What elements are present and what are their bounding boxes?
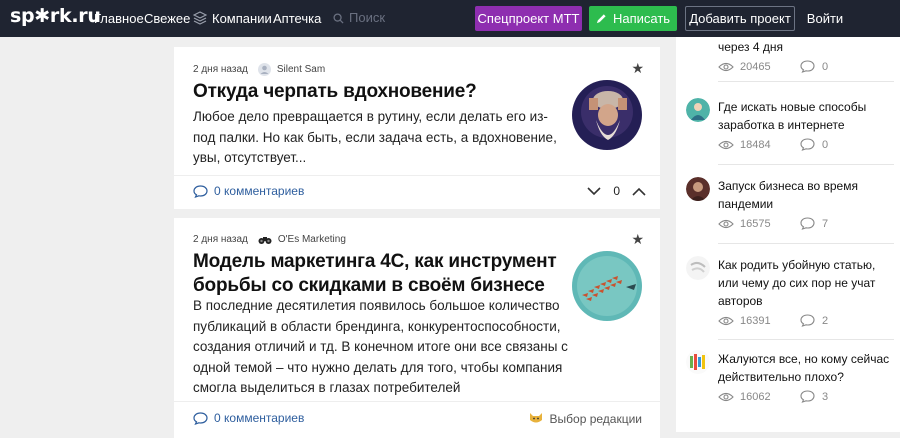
search-placeholder: Поиск	[349, 10, 386, 25]
post-card: 2 дня назад Silent Sam ★ Откуда черпать …	[174, 47, 660, 209]
editors-choice-label: Выбор редакции	[549, 412, 642, 426]
post-card: 2 дня назад O'Es Marketing ★ Модель марк…	[174, 218, 660, 438]
thumbnail-image	[572, 251, 642, 321]
sidebar-item-stats: 16575 7	[718, 217, 895, 230]
sidebar-divider	[718, 339, 894, 340]
sidebar-item-title[interactable]: Жалуются все, но кому сейчас действитель…	[718, 350, 895, 386]
write-button-label: Написать	[612, 11, 671, 26]
write-button[interactable]: Написать	[589, 6, 677, 31]
sidebar-item-title[interactable]: Как родить убойную статью, или чему до с…	[718, 256, 895, 310]
search-field[interactable]: Поиск	[333, 10, 385, 25]
sidebar-item[interactable]: Запуск бизнеса во время пандемии 16575 7	[686, 177, 895, 230]
login-button[interactable]: Войти	[800, 6, 850, 31]
comments-count: 0	[822, 138, 829, 151]
author-avatar-icon	[257, 63, 271, 76]
post-meta: 2 дня назад Silent Sam	[193, 63, 325, 76]
sidebar-item[interactable]: Как родить убойную статью, или чему до с…	[686, 256, 895, 327]
sidebar-item-stats: 18484 0	[718, 138, 895, 151]
views-count: 18484	[740, 138, 771, 151]
card-divider	[174, 401, 660, 402]
comment-icon	[800, 217, 815, 230]
author-name: O'Es Marketing	[277, 234, 346, 245]
post-excerpt: В последние десятилетия появилось большо…	[193, 298, 568, 395]
comments-count: 7	[822, 217, 829, 230]
sidebar-item[interactable]: через 4 дня 20465 0	[718, 38, 895, 73]
popular-sidebar: через 4 дня 20465 0 Где искать новые спо…	[676, 37, 900, 432]
views-count: 16391	[740, 314, 771, 327]
sidebar-item-stats: 20465 0	[718, 60, 895, 73]
post-author[interactable]: O'Es Marketing	[258, 234, 346, 245]
eye-icon	[718, 392, 734, 401]
nav-pharmacy[interactable]: Аптечка	[273, 11, 321, 26]
thumbnail-image	[572, 80, 642, 150]
comments-link[interactable]: 0 комментариев	[193, 184, 304, 198]
views-count: 16062	[740, 390, 771, 403]
sidebar-item[interactable]: Где искать новые способы заработка в инт…	[686, 98, 895, 151]
eye-icon	[718, 140, 734, 149]
sidebar-item-avatar	[686, 350, 710, 374]
post-excerpt: Любое дело превращается в рутину, если д…	[193, 109, 557, 165]
downvote-chevron-icon[interactable]	[587, 186, 601, 196]
nav-main[interactable]: Главное	[94, 11, 144, 26]
special-project-button[interactable]: Спецпроект МТТ	[475, 6, 582, 31]
sidebar-item-title[interactable]: Запуск бизнеса во время пандемии	[718, 177, 895, 213]
comment-icon	[193, 184, 208, 198]
comments-count: 2	[822, 314, 829, 327]
sidebar-item-title[interactable]: через 4 дня	[718, 38, 895, 56]
editors-choice-badge: Выбор редакции	[529, 411, 642, 427]
author-name: Silent Sam	[276, 64, 326, 75]
card-divider	[174, 175, 660, 176]
post-date: 2 дня назад	[193, 234, 248, 245]
views-count: 16575	[740, 217, 771, 230]
post-date: 2 дня назад	[193, 64, 248, 75]
binoculars-icon	[258, 236, 272, 244]
nav-fresh[interactable]: Свежее	[144, 11, 190, 26]
bookmark-star-icon[interactable]: ★	[631, 60, 644, 77]
bookmark-star-icon[interactable]: ★	[631, 231, 644, 248]
sidebar-item-avatar	[686, 256, 710, 280]
search-icon	[333, 13, 344, 24]
post-author[interactable]: Silent Sam	[257, 63, 326, 76]
sidebar-item[interactable]: Жалуются все, но кому сейчас действитель…	[686, 350, 895, 403]
sidebar-item-avatar	[686, 177, 710, 201]
views-count: 20465	[740, 60, 771, 73]
sidebar-item-stats: 16062 3	[718, 390, 895, 403]
comment-icon	[800, 138, 815, 151]
comments-count: 0 комментариев	[214, 184, 305, 198]
nav-companies[interactable]: Компании	[212, 11, 272, 26]
upvote-chevron-icon[interactable]	[632, 187, 646, 196]
eye-icon	[718, 219, 734, 228]
eye-icon	[718, 62, 734, 71]
add-project-button[interactable]: Добавить проект	[685, 6, 795, 31]
comment-icon	[800, 390, 815, 403]
sidebar-divider	[718, 81, 894, 82]
pencil-icon	[596, 14, 606, 24]
stack-icon	[193, 11, 207, 25]
eye-icon	[718, 316, 734, 325]
comments-link[interactable]: 0 комментариев	[193, 411, 304, 425]
post-thumbnail[interactable]	[572, 80, 642, 150]
sidebar-item-stats: 16391 2	[718, 314, 895, 327]
cat-face-icon	[529, 411, 543, 427]
top-navbar: sp✱rk.ru Главное Свежее Компании Аптечка…	[0, 0, 900, 37]
comments-count: 0	[822, 60, 829, 73]
post-thumbnail[interactable]	[572, 251, 642, 321]
vote-count: 0	[613, 184, 620, 198]
post-meta: 2 дня назад O'Es Marketing	[193, 234, 346, 245]
site-logo[interactable]: sp✱rk.ru	[10, 5, 101, 27]
comment-icon	[800, 314, 815, 327]
sidebar-item-title[interactable]: Где искать новые способы заработка в инт…	[718, 98, 895, 134]
comment-icon	[800, 60, 815, 73]
sidebar-item-avatar	[686, 98, 710, 122]
comments-count: 3	[822, 390, 829, 403]
post-title[interactable]: Модель маркетинга 4С, как инструмент бор…	[193, 250, 563, 298]
sidebar-divider	[718, 164, 894, 165]
post-title[interactable]: Откуда черпать вдохновение?	[193, 80, 563, 104]
sidebar-divider	[718, 243, 894, 244]
comment-icon	[193, 411, 208, 425]
comments-count: 0 комментариев	[214, 411, 305, 425]
vote-control: 0	[587, 184, 646, 198]
